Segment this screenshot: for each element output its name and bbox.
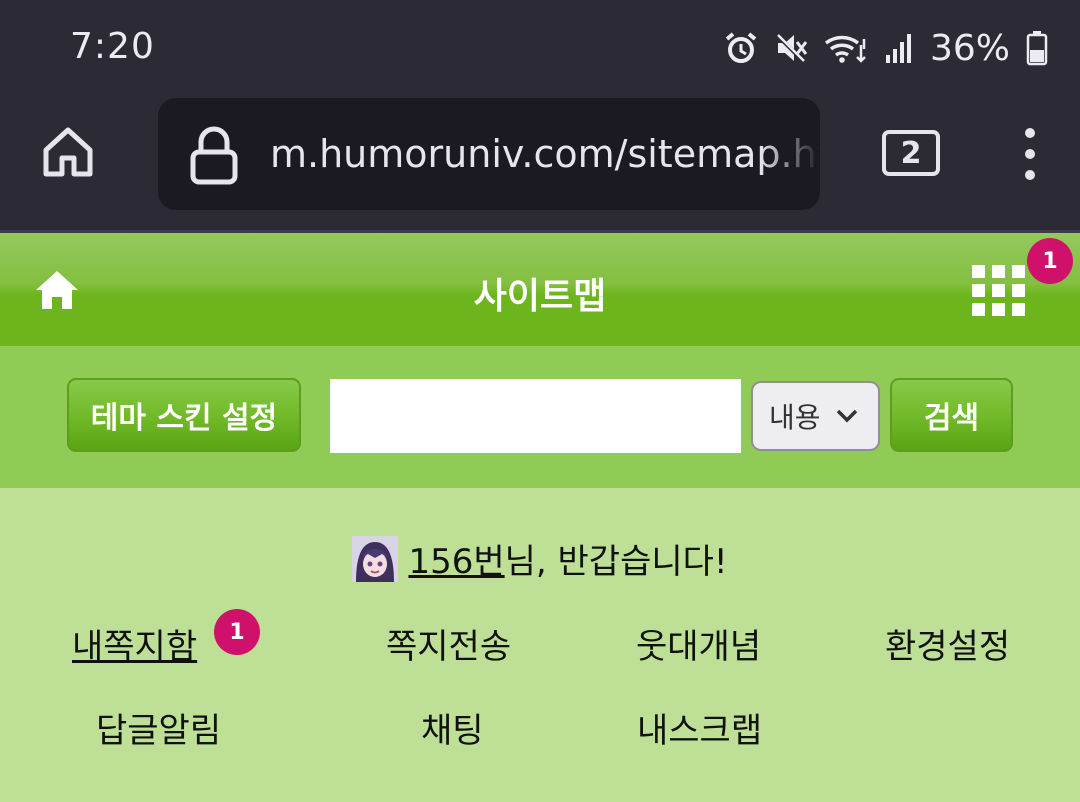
status-time: 7:20 bbox=[70, 26, 155, 67]
notification-badge: 1 bbox=[1027, 238, 1073, 284]
lock-icon bbox=[190, 126, 238, 185]
inbox-badge: 1 bbox=[214, 609, 260, 655]
more-icon[interactable] bbox=[1012, 126, 1048, 182]
greeting-text: 님, 반갑습니다! bbox=[504, 542, 728, 582]
battery-percent: 36% bbox=[930, 27, 1011, 69]
avatar bbox=[352, 535, 399, 582]
wifi-icon bbox=[824, 35, 866, 63]
browser-toolbar: m.humoruniv.com/sitemap.html 2 bbox=[0, 92, 1080, 233]
username-link[interactable]: 156번 bbox=[408, 534, 504, 583]
address-bar[interactable]: m.humoruniv.com/sitemap.html bbox=[158, 98, 820, 210]
theme-skin-button[interactable]: 테마 스킨 설정 bbox=[67, 378, 301, 452]
tabs-icon[interactable]: 2 bbox=[882, 130, 940, 176]
menu-settings[interactable]: 환경설정 bbox=[885, 619, 1010, 668]
search-input[interactable] bbox=[330, 379, 741, 453]
battery-icon bbox=[1026, 31, 1048, 66]
menu-humor-concept[interactable]: 웃대개념 bbox=[636, 619, 761, 668]
menu-send-message[interactable]: 쪽지전송 bbox=[386, 619, 511, 668]
search-button[interactable]: 검색 bbox=[890, 378, 1013, 452]
search-bar: 테마 스킨 설정 내용 검색 bbox=[0, 346, 1080, 488]
alarm-icon bbox=[725, 32, 757, 63]
grid-menu-icon[interactable] bbox=[970, 263, 1030, 319]
menu-my-scrap[interactable]: 내스크랩 bbox=[637, 703, 762, 752]
menu-inbox[interactable]: 내쪽지함 bbox=[72, 619, 197, 668]
search-scope-select[interactable]: 내용 bbox=[751, 381, 880, 451]
welcome-message: 156번 님, 반갑습니다! bbox=[0, 534, 1080, 583]
site-header: 사이트맵 1 bbox=[0, 233, 1080, 346]
page-title: 사이트맵 bbox=[473, 276, 607, 317]
signal-icon bbox=[886, 34, 911, 63]
menu-chat[interactable]: 채팅 bbox=[421, 703, 484, 752]
search-scope-value: 내용 bbox=[769, 401, 821, 434]
home-icon[interactable] bbox=[38, 122, 98, 182]
menu-reply-alerts[interactable]: 답글알림 bbox=[96, 703, 221, 752]
mute-icon bbox=[774, 32, 808, 64]
chevron-down-icon bbox=[836, 409, 857, 423]
status-bar: 7:20 36% bbox=[0, 0, 1080, 92]
status-icons: 36% bbox=[724, 26, 1048, 70]
url-text[interactable]: m.humoruniv.com/sitemap.html bbox=[270, 132, 820, 176]
